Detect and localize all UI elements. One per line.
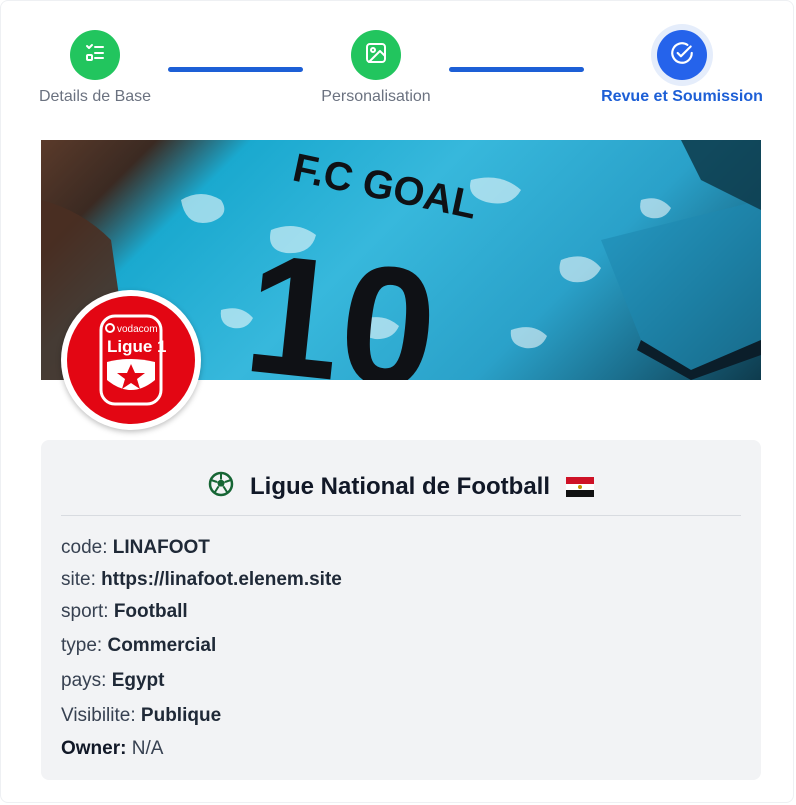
field-row-type: type: Commercial	[61, 628, 342, 663]
field-value: Commercial	[107, 635, 217, 656]
step-label: Revue et Soumission	[601, 88, 763, 105]
wizard-stepper: Details de Base Personalisation Revue et…	[0, 0, 796, 120]
field-value: Publique	[140, 705, 222, 726]
field-value: Egypt	[111, 670, 165, 691]
step-connector	[168, 67, 303, 72]
step-connector	[449, 67, 584, 72]
checklist-icon	[83, 41, 107, 70]
step-label: Details de Base	[38, 88, 152, 105]
field-list: code: LINAFOOT site: https://linafoot.el…	[61, 532, 342, 765]
field-key: pays:	[61, 670, 107, 691]
image-icon	[364, 41, 388, 70]
jersey-number: 10	[237, 218, 445, 380]
step-circle	[351, 30, 401, 80]
league-name: Ligue National de Football	[250, 472, 550, 500]
league-logo[interactable]: vodacom Ligue 1	[61, 290, 201, 430]
field-key: type:	[61, 635, 103, 656]
field-key: Owner:	[61, 738, 127, 759]
logo-brand-text: vodacom	[117, 324, 158, 335]
egypt-flag-icon	[566, 476, 594, 497]
step-details-de-base[interactable]: Details de Base	[30, 30, 160, 106]
step-revue-et-soumission[interactable]: Revue et Soumission	[592, 30, 772, 106]
field-row-visibilite: Visibilite: Publique	[61, 698, 342, 733]
field-row-pays: pays: Egypt	[61, 663, 342, 698]
step-circle	[70, 30, 120, 80]
field-key: site:	[61, 569, 96, 590]
soccer-ball-icon	[208, 471, 234, 502]
step-circle	[657, 30, 707, 80]
site-link[interactable]: https://linafoot.elenem.site	[101, 569, 342, 590]
field-row-owner: Owner: N/A	[61, 733, 342, 765]
field-value: LINAFOOT	[112, 537, 210, 558]
logo-league-text: Ligue 1	[107, 337, 167, 356]
field-row-code: code: LINAFOOT	[61, 532, 342, 564]
jersey-text: F.C GOAL	[289, 146, 481, 228]
field-key: code:	[61, 537, 108, 558]
field-row-site: site: https://linafoot.elenem.site	[61, 564, 342, 596]
field-key: Visibilite:	[61, 705, 136, 726]
card-header: Ligue National de Football	[61, 458, 741, 516]
field-value: Football	[113, 601, 188, 622]
ligue1-logo-icon: vodacom Ligue 1	[67, 296, 195, 424]
league-summary-card: Ligue National de Football code: LINAFOO…	[41, 440, 761, 780]
field-value: N/A	[131, 738, 164, 759]
field-key: sport:	[61, 601, 109, 622]
step-label: Personalisation	[321, 88, 431, 105]
field-row-sport: sport: Football	[61, 596, 342, 628]
check-circle-icon	[669, 40, 695, 71]
step-personalisation[interactable]: Personalisation	[311, 30, 441, 106]
